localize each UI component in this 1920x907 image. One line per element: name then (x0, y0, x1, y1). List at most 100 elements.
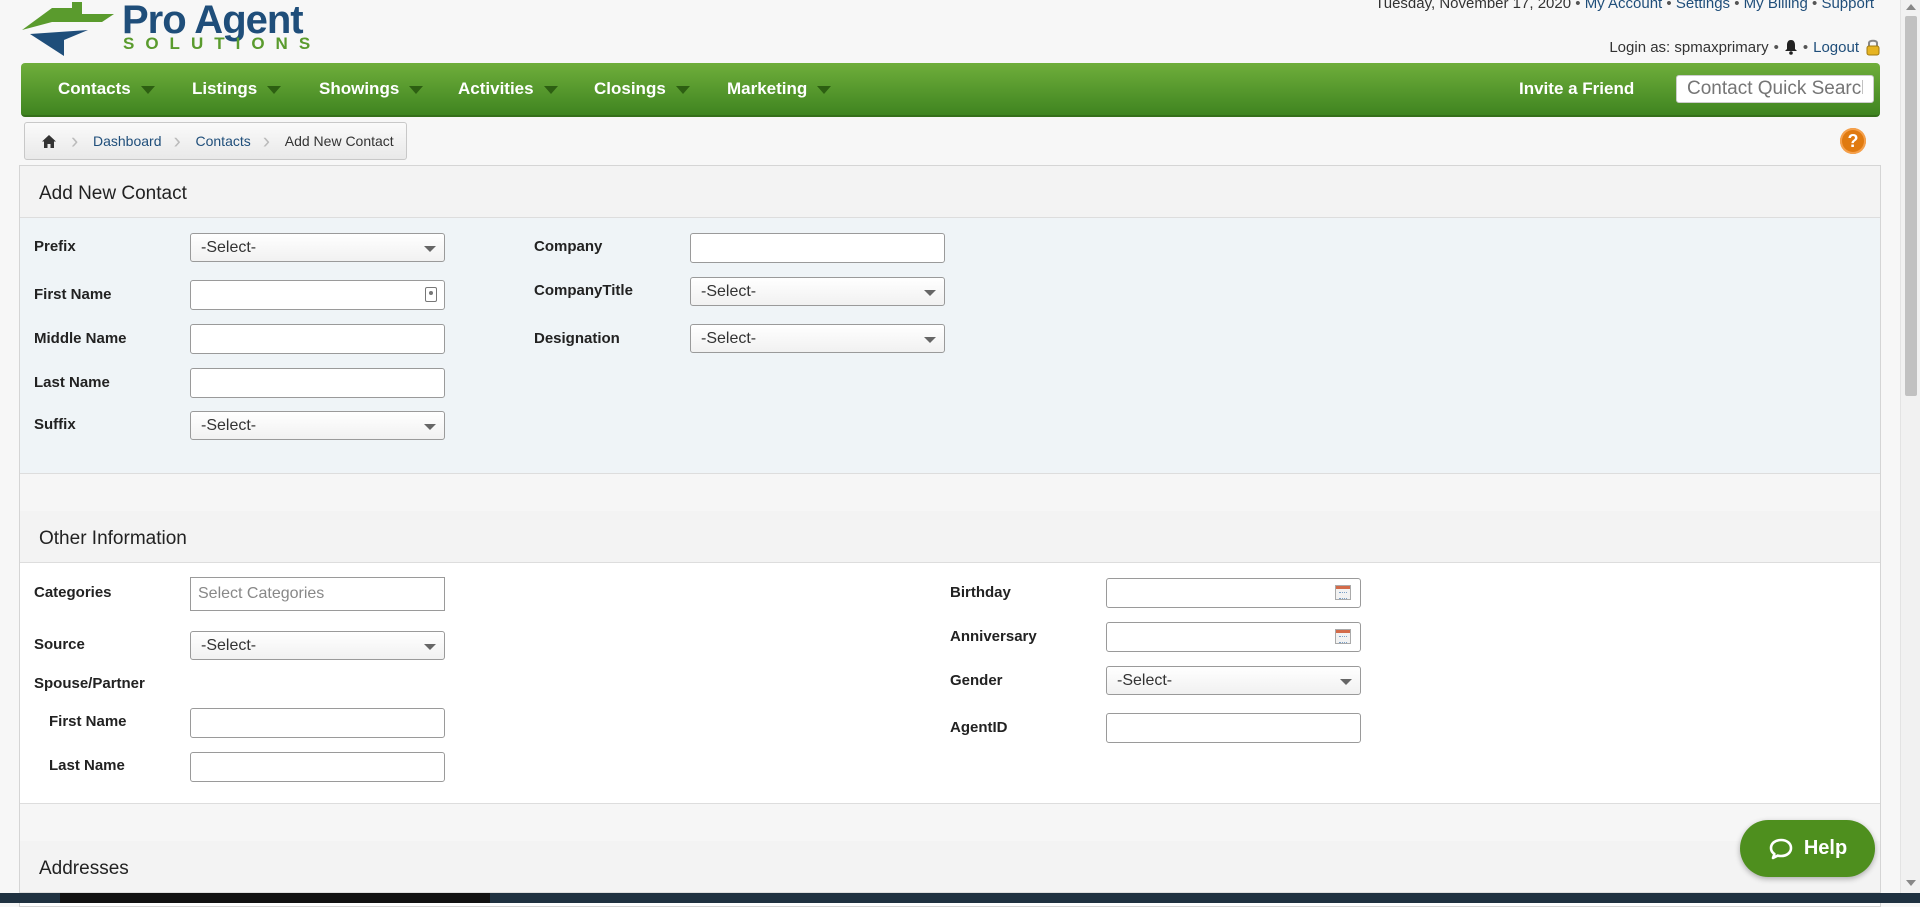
contact-quick-search-input[interactable] (1676, 75, 1874, 103)
nav-listings[interactable]: Listings (192, 63, 282, 115)
breadcrumb-home[interactable] (25, 123, 71, 159)
suffix-value: -Select- (201, 417, 257, 434)
breadcrumb-separator: › (173, 128, 181, 153)
scroll-up-icon[interactable] (1906, 4, 1916, 10)
breadcrumb-separator: › (262, 128, 271, 153)
gender-select[interactable]: -Select- (1106, 666, 1361, 695)
contact-section-header: Add New Contact (20, 166, 1880, 218)
dropdown-arrow-icon (424, 644, 436, 650)
main-navigation: Contacts Listings Showings Activities Cl… (21, 63, 1880, 117)
contact-card-icon[interactable] (425, 287, 437, 302)
nav-activities[interactable]: Activities (458, 63, 558, 115)
breadcrumb-current: Add New Contact (284, 133, 394, 149)
nav-activities-label: Activities (458, 79, 534, 98)
login-text: Login as: spmaxprimary (1609, 38, 1769, 56)
caret-down-icon (543, 85, 558, 94)
nav-contacts-label: Contacts (58, 79, 131, 98)
add-contact-form: Add New Contact Prefix -Select- First Na… (19, 165, 1881, 907)
dropdown-arrow-icon (924, 337, 936, 343)
scroll-down-icon[interactable] (1906, 880, 1916, 886)
home-icon (42, 134, 56, 148)
breadcrumb-separator: › (71, 128, 79, 153)
dropdown-arrow-icon (424, 424, 436, 430)
prefix-select[interactable]: -Select- (190, 233, 445, 262)
nav-showings-label: Showings (319, 79, 400, 98)
taskbar-search-area[interactable] (60, 893, 490, 903)
anniversary-wrapper (1106, 622, 1361, 652)
nav-marketing[interactable]: Marketing (727, 63, 832, 115)
logout-link[interactable]: Logout (1813, 39, 1859, 56)
bell-icon[interactable] (1784, 39, 1798, 55)
addresses-section-header: Addresses (20, 841, 1880, 893)
caret-down-icon (675, 85, 690, 94)
invite-friend-link[interactable]: Invite a Friend (1519, 63, 1634, 115)
section-divider (20, 473, 1880, 512)
birthday-wrapper (1106, 578, 1361, 608)
nav-contacts[interactable]: Contacts (58, 63, 155, 115)
current-date: Tuesday, November 17, 2020 (1375, 0, 1572, 12)
calendar-icon[interactable] (1335, 585, 1351, 600)
middle-name-input[interactable] (190, 324, 445, 354)
breadcrumb-dashboard[interactable]: Dashboard (81, 123, 174, 159)
house-logo-icon (22, 2, 114, 56)
other-info-section-body: Categories Select Categories Source -Sel… (20, 563, 1880, 803)
first-name-label: First Name (34, 286, 112, 303)
nav-closings[interactable]: Closings (594, 63, 690, 115)
breadcrumb: › Dashboard › Contacts › Add New Contact (24, 122, 407, 160)
scrollbar-thumb[interactable] (1905, 16, 1917, 396)
source-value: -Select- (201, 637, 257, 654)
support-link[interactable]: Support (1821, 0, 1874, 12)
birthday-input[interactable] (1106, 578, 1361, 608)
contact-section-body: Prefix -Select- First Name Middle Name L… (20, 218, 1880, 474)
anniversary-label: Anniversary (950, 628, 1037, 645)
chat-bubble-icon (1769, 838, 1793, 859)
brand-tagline: SOLUTIONS (123, 34, 322, 53)
designation-select[interactable]: -Select- (690, 324, 945, 353)
agentid-label: AgentID (950, 719, 1008, 736)
my-account-link[interactable]: My Account (1585, 0, 1663, 12)
suffix-select[interactable]: -Select- (190, 411, 445, 440)
source-label: Source (34, 636, 85, 653)
last-name-input[interactable] (190, 368, 445, 398)
designation-value: -Select- (701, 330, 757, 347)
settings-link[interactable]: Settings (1676, 0, 1730, 12)
gender-value: -Select- (1117, 672, 1173, 689)
spouse-first-name-label: First Name (49, 713, 127, 730)
agentid-input[interactable] (1106, 713, 1361, 743)
os-taskbar (0, 893, 1920, 903)
other-info-section-title: Other Information (39, 528, 187, 549)
anniversary-input[interactable] (1106, 622, 1361, 652)
first-name-input[interactable] (190, 280, 445, 310)
addresses-section-title: Addresses (39, 858, 129, 879)
other-info-section-header: Other Information (20, 511, 1880, 563)
calendar-icon[interactable] (1335, 629, 1351, 644)
help-question-icon[interactable]: ? (1840, 128, 1866, 154)
my-billing-link[interactable]: My Billing (1744, 0, 1808, 12)
pro-agent-logo[interactable]: Pro Agent SOLUTIONS (22, 0, 342, 60)
caret-down-icon (267, 85, 282, 94)
suffix-label: Suffix (34, 416, 76, 433)
contact-section-title: Add New Contact (39, 183, 187, 204)
page-scrollbar[interactable] (1900, 0, 1920, 903)
spouse-last-name-input[interactable] (190, 752, 445, 782)
spouse-first-name-input[interactable] (190, 708, 445, 738)
company-input[interactable] (690, 233, 945, 263)
source-select[interactable]: -Select- (190, 631, 445, 660)
prefix-value: -Select- (201, 239, 257, 256)
section-divider (20, 803, 1880, 842)
company-title-label: CompanyTitle (534, 282, 633, 299)
nav-showings[interactable]: Showings (319, 63, 424, 115)
login-status: Login as: spmaxprimary • • Logout (1609, 38, 1882, 56)
middle-name-label: Middle Name (34, 330, 127, 347)
nav-marketing-label: Marketing (727, 79, 808, 98)
first-name-wrapper (190, 280, 445, 310)
breadcrumb-contacts[interactable]: Contacts (184, 123, 263, 159)
prefix-label: Prefix (34, 238, 76, 255)
dropdown-arrow-icon (1340, 679, 1352, 685)
last-name-label: Last Name (34, 374, 110, 391)
dropdown-arrow-icon (424, 246, 436, 252)
spouse-last-name-label: Last Name (49, 757, 125, 774)
company-title-select[interactable]: -Select- (690, 277, 945, 306)
help-chat-button[interactable]: Help (1740, 820, 1875, 877)
categories-select[interactable]: Select Categories (190, 577, 445, 611)
